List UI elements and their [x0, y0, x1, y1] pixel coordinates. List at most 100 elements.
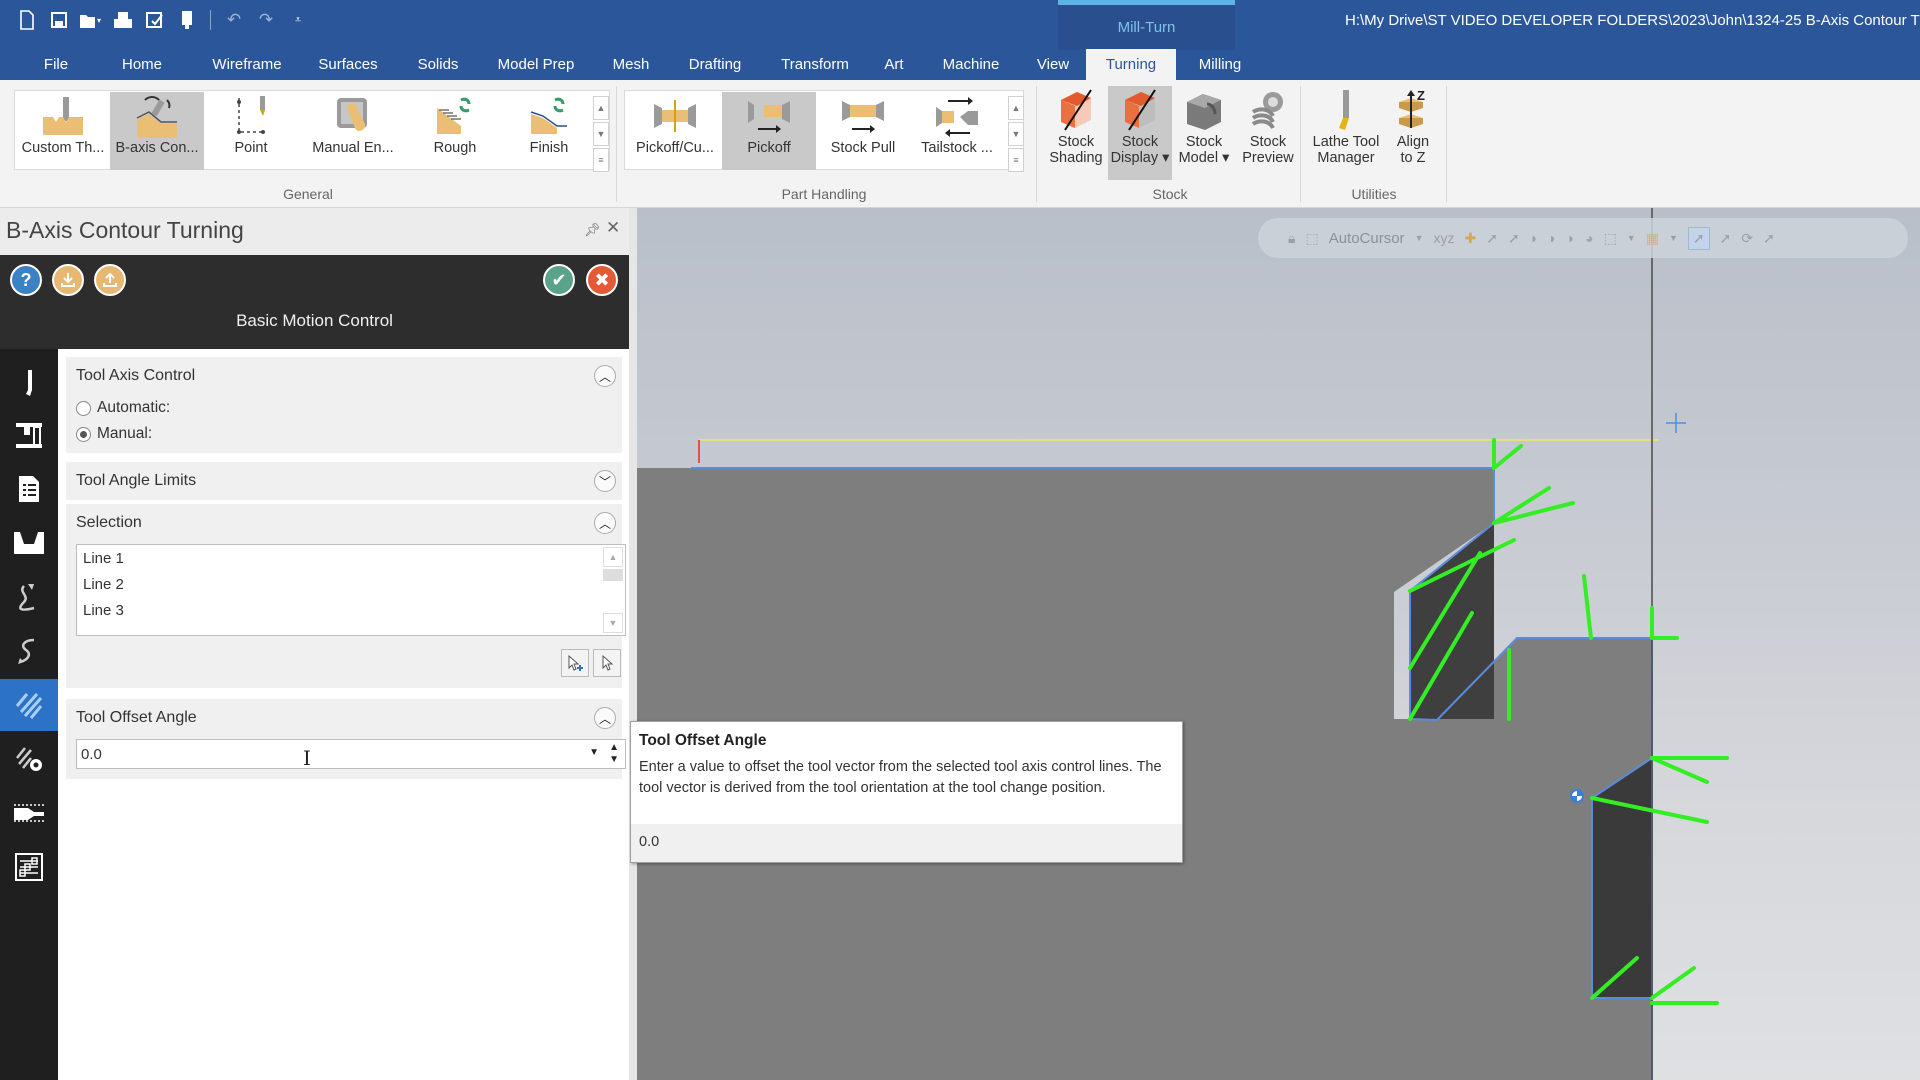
section-header[interactable]: Tool Axis Control ︿	[66, 357, 622, 395]
tailstock-button[interactable]: Tailstock ...	[910, 92, 1004, 170]
unselect-icon[interactable]: ➚	[1763, 230, 1775, 247]
tab-turning[interactable]: Turning	[1086, 49, 1176, 80]
tab-wireframe[interactable]: Wireframe	[198, 49, 296, 80]
point-button[interactable]: Point	[204, 92, 298, 170]
import-icon[interactable]	[52, 264, 84, 296]
collapse-icon[interactable]: ︿	[594, 707, 616, 729]
selection-list[interactable]: Line 1 Line 2 Line 3 ▲ ▼	[76, 544, 626, 636]
radio-button[interactable]	[76, 426, 91, 442]
part-handling-gallery-scroll[interactable]: ▲ ▼ ≡	[1008, 96, 1024, 172]
bookmark-icon[interactable]	[174, 7, 200, 33]
panel-close-icon[interactable]: ✕	[606, 218, 620, 238]
scroll-thumb[interactable]	[603, 569, 623, 581]
tab-surfaces[interactable]: Surfaces	[296, 49, 400, 80]
b-axis-contour-button[interactable]: B-axis Con...	[110, 92, 204, 170]
window-select-icon[interactable]: ▦	[1646, 230, 1659, 247]
custom-thread-button[interactable]: Custom Th...	[16, 92, 110, 170]
machine-icon[interactable]	[0, 409, 58, 461]
redo-icon[interactable]: ↷	[253, 7, 279, 33]
section-header[interactable]: Tool Angle Limits ﹀	[66, 462, 622, 500]
verify-selection-icon[interactable]: ➚	[1687, 226, 1710, 250]
collapse-icon[interactable]: ︿	[594, 512, 616, 534]
stock-preview-button[interactable]: Stock Preview	[1236, 86, 1300, 180]
gallery-down-arrow[interactable]: ▼	[593, 122, 609, 146]
new-file-icon[interactable]	[14, 7, 40, 33]
stock-pull-button[interactable]: Stock Pull	[816, 92, 910, 170]
list-item[interactable]: Line 2	[77, 571, 625, 597]
autocursor-label[interactable]: AutoCursor	[1329, 230, 1405, 247]
select-chain-icon[interactable]: ➚	[1508, 230, 1520, 247]
graphics-viewport[interactable]: 🔒︎ ⬚ AutoCursor ▼ xyz ✚ ➚ ➚ ◗ ◗ ◗ ◕ ⬚ ▼ …	[637, 208, 1920, 1080]
dropdown-arrow-icon[interactable]: ▼	[1627, 233, 1636, 243]
customize-qat-icon[interactable]: ⩡	[285, 7, 311, 33]
tab-solids[interactable]: Solids	[400, 49, 476, 80]
scroll-up-arrow[interactable]: ▲	[603, 547, 623, 567]
align-to-z-button[interactable]: Z Align to Z	[1386, 86, 1440, 180]
settings-panel-icon[interactable]	[0, 841, 58, 893]
spin-up-icon[interactable]: ▲	[609, 742, 619, 754]
add-point-icon[interactable]: ✚	[1464, 230, 1476, 247]
radio-button[interactable]	[76, 400, 91, 416]
cutoff-icon[interactable]	[0, 787, 58, 839]
gallery-up-arrow[interactable]: ▲	[1008, 96, 1024, 120]
lathe-tool-manager-button[interactable]: Lathe Tool Manager	[1306, 86, 1386, 180]
open-icon[interactable]: ▾	[78, 7, 104, 33]
pin-icon[interactable]: 📌︎	[584, 222, 601, 238]
print-icon[interactable]	[110, 7, 136, 33]
scroll-down-arrow[interactable]: ▼	[603, 613, 623, 633]
tab-machine[interactable]: Machine	[922, 49, 1020, 80]
stock-shading-button[interactable]: Stock Shading	[1044, 86, 1108, 180]
gallery-up-arrow[interactable]: ▲	[593, 96, 609, 120]
collapse-icon[interactable]: ︿	[594, 365, 616, 387]
section-header[interactable]: Selection ︿	[66, 504, 622, 542]
xyz-icon[interactable]: xyz	[1433, 230, 1454, 246]
general-gallery-scroll[interactable]: ▲ ▼ ≡	[593, 96, 609, 172]
export-icon[interactable]	[94, 264, 126, 296]
select-icon[interactable]: ➚	[1486, 230, 1498, 247]
select-window-icon[interactable]: ◗	[1548, 230, 1556, 246]
entry-icon[interactable]	[0, 571, 58, 623]
spin-down-icon[interactable]: ▼	[609, 754, 619, 766]
tool-offset-angle-input[interactable]: 0.0 I ▼ ▲ ▼	[76, 739, 626, 770]
section-header[interactable]: Tool Offset Angle ︿	[66, 699, 622, 737]
tool-icon[interactable]	[0, 357, 58, 409]
selection-mode-icon[interactable]: ⬚	[1604, 230, 1617, 247]
dropdown-arrow-icon[interactable]: ▼	[589, 747, 599, 758]
manual-entry-button[interactable]: Manual En...	[298, 92, 408, 170]
radio-manual[interactable]: Manual:	[66, 421, 622, 447]
dropdown-arrow-icon[interactable]: ▼	[1669, 233, 1678, 243]
undo-icon[interactable]: ↶	[221, 7, 247, 33]
tab-drafting[interactable]: Drafting	[666, 49, 764, 80]
tab-milling[interactable]: Milling	[1176, 49, 1264, 80]
finish-button[interactable]: Finish	[502, 92, 596, 170]
stock-model-button[interactable]: Stock Model ▾	[1172, 86, 1236, 180]
linking-parameters-icon[interactable]	[0, 733, 58, 785]
tab-home[interactable]: Home	[86, 49, 198, 80]
tab-transform[interactable]: Transform	[764, 49, 866, 80]
radio-automatic[interactable]: Automatic:	[66, 395, 622, 421]
rotate-icon[interactable]: ⟳	[1741, 230, 1753, 247]
gallery-expand[interactable]: ≡	[1008, 148, 1024, 172]
gallery-down-arrow[interactable]: ▼	[1008, 122, 1024, 146]
save-as-icon[interactable]	[142, 7, 168, 33]
expand-icon[interactable]: ﹀	[594, 470, 616, 492]
pickoff-cutoff-button[interactable]: Pickoff/Cu...	[628, 92, 722, 170]
select-last-icon[interactable]: ➚	[1720, 230, 1732, 247]
pickoff-button[interactable]: Pickoff	[722, 92, 816, 170]
motion-control-icon[interactable]	[0, 679, 58, 731]
reselect-button[interactable]	[593, 649, 621, 677]
select-similar-icon[interactable]: ◗	[1530, 230, 1538, 246]
dropdown-arrow-icon[interactable]: ▼	[1415, 233, 1424, 243]
save-icon[interactable]	[46, 7, 72, 33]
tab-model-prep[interactable]: Model Prep	[476, 49, 596, 80]
select-polygon-icon[interactable]: ◗	[1567, 230, 1575, 246]
ok-button[interactable]: ✔	[543, 264, 575, 296]
stock-icon[interactable]	[0, 517, 58, 569]
tab-mesh[interactable]: Mesh	[596, 49, 666, 80]
list-item[interactable]: Line 3	[77, 597, 625, 623]
add-selection-button[interactable]	[561, 649, 589, 677]
spinner[interactable]: ▲ ▼	[609, 742, 619, 766]
exit-icon[interactable]	[0, 625, 58, 677]
autocursor-icon[interactable]: ⬚	[1305, 230, 1318, 247]
parameters-icon[interactable]	[0, 463, 58, 515]
